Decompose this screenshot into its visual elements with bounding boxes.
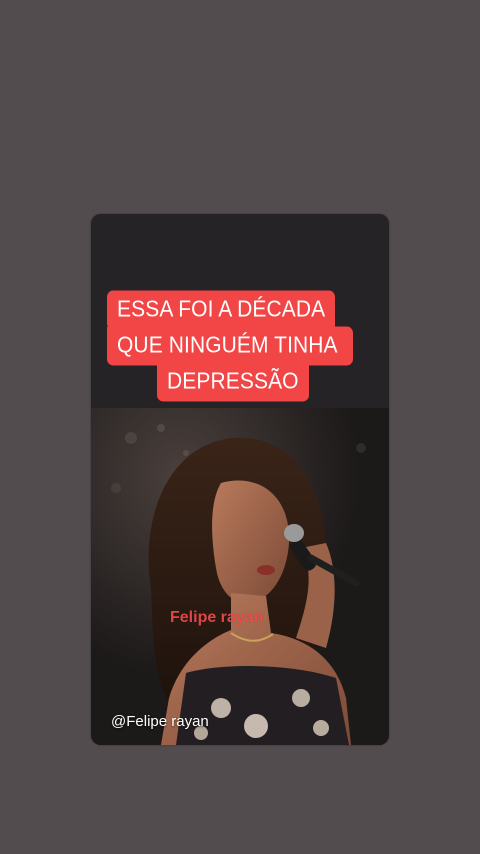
singer-image	[91, 408, 389, 745]
video-frame[interactable]	[91, 408, 389, 745]
caption-line-1: ESSA FOI A DÉCADA	[107, 290, 336, 330]
caption-line-2: QUE NINGUÉM TINHA	[107, 326, 353, 366]
author-handle[interactable]: @Felipe rayan	[111, 713, 209, 730]
watermark-center: Felipe rayan	[170, 609, 264, 626]
video-card[interactable]: ESSA FOI A DÉCADA QUE NINGUÉM TINHA DEPR…	[91, 214, 389, 745]
screen: ESSA FOI A DÉCADA QUE NINGUÉM TINHA DEPR…	[0, 0, 480, 854]
caption: ESSA FOI A DÉCADA QUE NINGUÉM TINHA DEPR…	[91, 290, 389, 402]
caption-line-3: DEPRESSÃO	[157, 362, 309, 402]
